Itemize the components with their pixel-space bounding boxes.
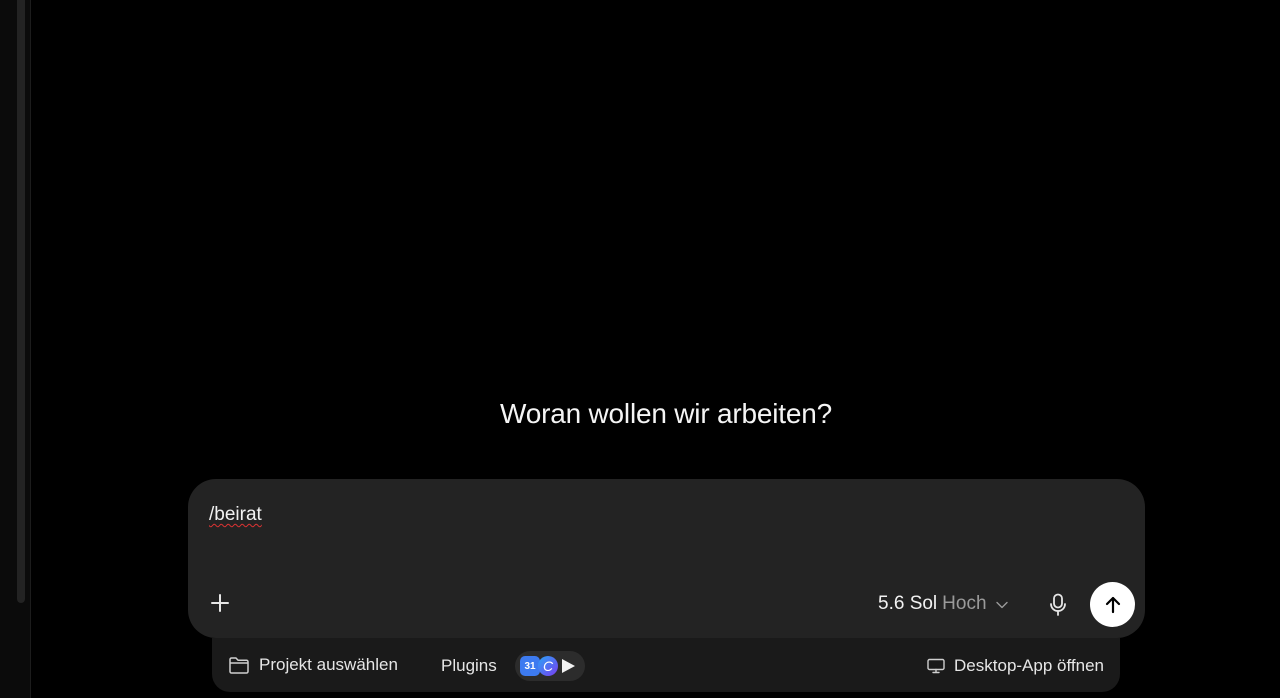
play-plugin-icon: [562, 659, 575, 673]
composer: /beirat 5.6 Sol Hoch: [188, 479, 1145, 638]
voice-input-button[interactable]: [1045, 591, 1071, 619]
model-picker[interactable]: 5.6 Sol Hoch: [878, 593, 1008, 615]
plus-icon: [211, 594, 229, 612]
prompt-input-text: /beirat: [209, 504, 262, 525]
open-desktop-app-button[interactable]: Desktop-App öffnen: [927, 656, 1104, 676]
project-select-label: Projekt auswählen: [259, 655, 398, 674]
plugins-button[interactable]: Plugins: [441, 656, 497, 676]
folder-icon: [229, 657, 249, 674]
composer-footer: Projekt auswählen Plugins 31 C Desktop-A…: [212, 638, 1120, 692]
send-button[interactable]: [1090, 582, 1135, 627]
microphone-icon: [1050, 593, 1066, 616]
chevron-down-icon: [995, 601, 1008, 609]
c-plugin-icon: C: [538, 656, 558, 676]
model-level: Hoch: [942, 593, 987, 614]
arrow-up-icon: [1105, 596, 1120, 613]
prompt-input[interactable]: /beirat: [209, 504, 262, 526]
page-heading: Woran wollen wir arbeiten?: [499, 398, 832, 429]
desktop-app-label: Desktop-App öffnen: [954, 656, 1104, 675]
calendar-plugin-icon: 31: [520, 656, 540, 676]
plugin-icons-group[interactable]: 31 C: [515, 651, 585, 681]
model-name: 5.6 Sol: [878, 593, 938, 614]
sidebar-edge: [0, 0, 31, 698]
monitor-icon: [927, 658, 945, 674]
sidebar-scrollbar[interactable]: [17, 0, 25, 603]
add-attachment-button[interactable]: [206, 589, 234, 617]
project-select-button[interactable]: Projekt auswählen: [228, 655, 398, 675]
